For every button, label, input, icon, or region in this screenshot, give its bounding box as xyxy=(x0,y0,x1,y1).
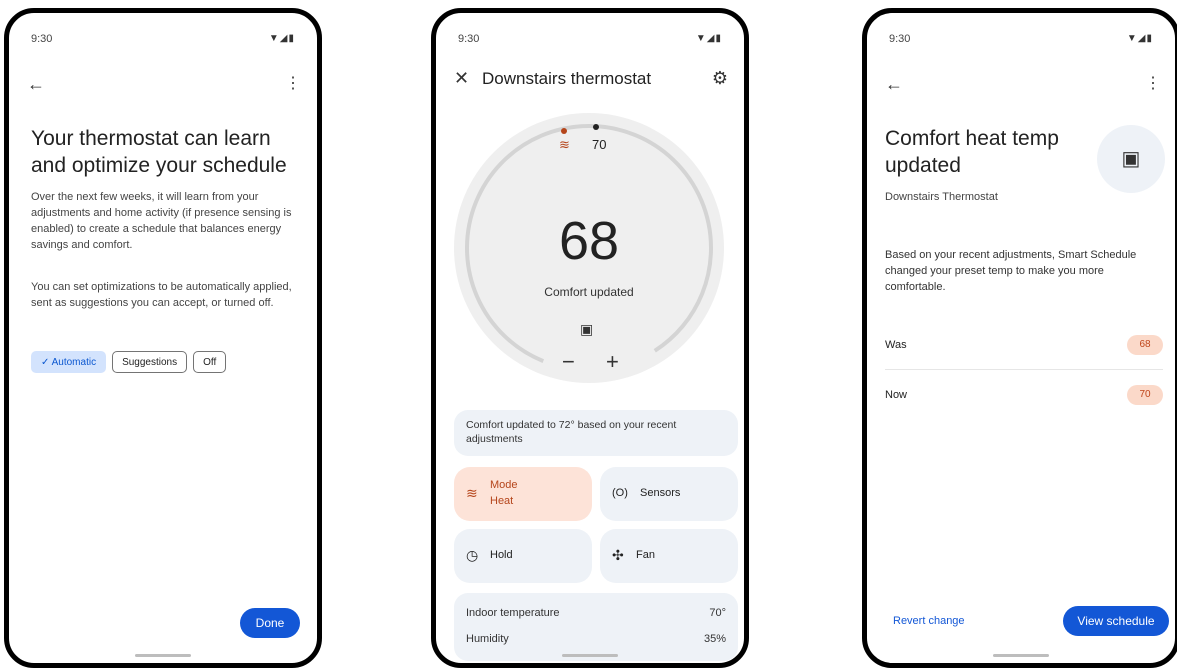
hold-label: Hold xyxy=(490,549,513,561)
explanation-text: Based on your recent adjustments, Smart … xyxy=(885,249,1137,293)
thermostat-dial[interactable]: ≋ 70 68 Comfort updated ▣ − + xyxy=(454,113,724,383)
chip-suggestions[interactable]: Suggestions xyxy=(112,351,188,373)
humidity-label: Humidity xyxy=(466,633,509,645)
signal-battery-icon: ▼◢▮ xyxy=(268,33,295,44)
check-icon: ✓ xyxy=(41,357,52,368)
view-schedule-button[interactable]: View schedule xyxy=(1063,606,1169,636)
description-text: Over the next few weeks, it will learn f… xyxy=(31,191,292,251)
chip-label: Automatic xyxy=(51,357,97,368)
phone-thermostat: 9:30 ▼◢▮ ✕ Downstairs thermostat ⚙ ≋ 70 … xyxy=(431,8,749,668)
signal-battery-icon: ▼◢▮ xyxy=(1126,33,1153,44)
close-icon[interactable]: ✕ xyxy=(454,69,469,87)
sensors-icon: (O) xyxy=(612,487,628,499)
now-label: Now xyxy=(885,389,908,401)
status-bar: 9:30 ▼◢▮ xyxy=(458,33,722,49)
indoor-temp-value: 70° xyxy=(709,607,726,619)
phone-learn-schedule: 9:30 ▼◢▮ ← ⋮ Your thermostat can learn a… xyxy=(4,8,322,668)
indoor-temp-row: Indoor temperature 70° xyxy=(466,607,726,619)
status-time: 9:30 xyxy=(889,33,911,45)
revert-change-button[interactable]: Revert change xyxy=(893,615,965,627)
schedule-icon: ▣ xyxy=(1097,125,1165,193)
back-arrow-icon[interactable]: ← xyxy=(27,75,45,93)
humidity-row: Humidity 35% xyxy=(466,633,726,645)
page-title: Downstairs thermostat xyxy=(482,69,652,88)
status-time: 9:30 xyxy=(458,33,480,45)
device-subtitle: Downstairs Thermostat xyxy=(885,191,998,203)
gesture-nav-bar xyxy=(135,654,191,657)
increase-temp-button[interactable]: + xyxy=(606,349,619,375)
fan-tile[interactable]: ✣ Fan xyxy=(600,529,738,583)
chip-off[interactable]: Off xyxy=(193,351,227,373)
humidity-value: 35% xyxy=(703,633,726,645)
mode-label: Mode xyxy=(490,479,518,491)
mode-tile[interactable]: ≋ Mode Heat xyxy=(454,467,592,521)
page-title: Your thermostat can learn and optimize y… xyxy=(31,127,287,177)
done-button[interactable]: Done xyxy=(240,608,300,638)
page-title: Comfort heat temp updated xyxy=(885,127,1059,177)
chip-automatic[interactable]: ✓ Automatic xyxy=(31,351,107,373)
status-time: 9:30 xyxy=(31,33,53,45)
status-bar: 9:30 ▼◢▮ xyxy=(31,33,295,49)
more-vert-icon[interactable]: ⋮ xyxy=(285,75,301,93)
chip-label: Suggestions xyxy=(122,357,178,368)
gesture-nav-bar xyxy=(993,654,1049,657)
chip-label: Off xyxy=(203,357,217,368)
mode-value: Heat xyxy=(490,495,514,507)
comfort-banner[interactable]: Comfort updated to 72° based on your rec… xyxy=(454,410,738,456)
hold-tile[interactable]: ◷ Hold xyxy=(454,529,592,583)
sensors-tile[interactable]: (O) Sensors xyxy=(600,467,738,521)
indoor-temp-label: Indoor temperature xyxy=(466,607,560,619)
optimization-chip-group: ✓ Automatic Suggestions Off xyxy=(31,351,227,373)
status-bar: 9:30 ▼◢▮ xyxy=(889,33,1153,49)
schedule-icon: ▣ xyxy=(580,321,594,337)
now-value-badge: 70 xyxy=(1127,385,1163,405)
heat-mode-icon: ≋ xyxy=(466,485,478,501)
back-arrow-icon[interactable]: ← xyxy=(885,75,903,93)
signal-battery-icon: ▼◢▮ xyxy=(695,33,722,44)
divider xyxy=(885,369,1163,370)
clock-icon: ◷ xyxy=(466,547,479,563)
heat-icon: ≋ xyxy=(559,137,570,152)
current-temperature: 68 xyxy=(558,211,620,271)
readings-card: Indoor temperature 70° Humidity 35% xyxy=(454,593,738,661)
dial-status-text: Comfort updated xyxy=(544,285,634,299)
more-vert-icon[interactable]: ⋮ xyxy=(1145,75,1161,93)
decrease-temp-button[interactable]: − xyxy=(562,349,575,375)
setpoint-label: 70 xyxy=(592,137,607,152)
fan-label: Fan xyxy=(636,549,655,561)
gesture-nav-bar xyxy=(562,654,618,657)
was-label: Was xyxy=(885,339,907,351)
sensors-label: Sensors xyxy=(640,487,681,499)
was-value-badge: 68 xyxy=(1127,335,1163,355)
phone-comfort-updated: 9:30 ▼◢▮ ← ⋮ Comfort heat temp updated D… xyxy=(862,8,1177,668)
settings-gear-icon[interactable]: ⚙ xyxy=(712,69,728,87)
options-description-text: You can set optimizations to be automati… xyxy=(31,281,292,309)
fan-icon: ✣ xyxy=(612,547,624,563)
